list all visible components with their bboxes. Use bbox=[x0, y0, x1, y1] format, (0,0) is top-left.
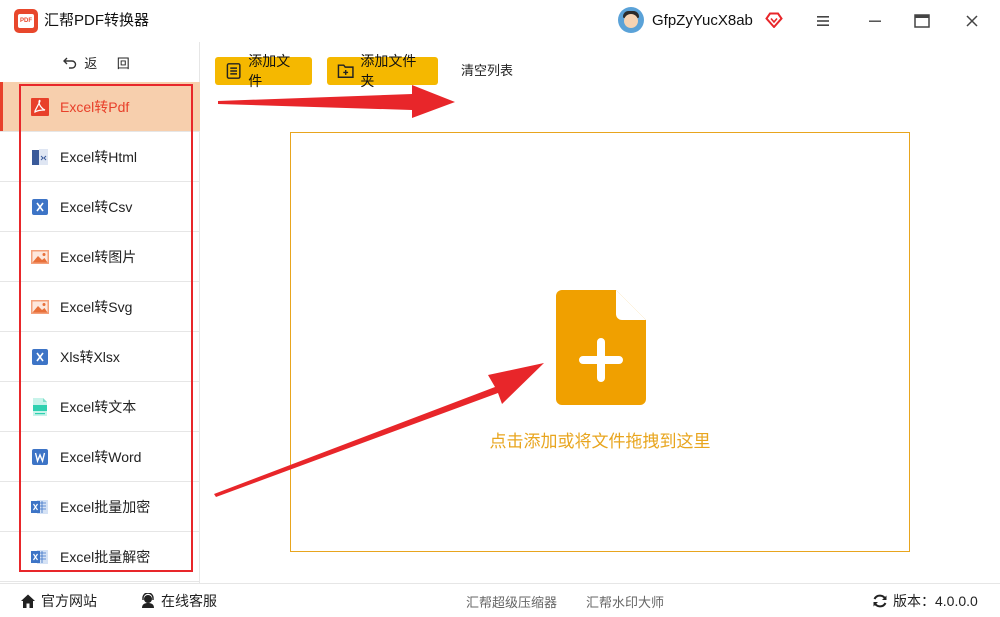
support-agent-icon bbox=[142, 593, 154, 608]
menu-icon[interactable] bbox=[812, 10, 834, 32]
xlsx-icon bbox=[32, 348, 48, 365]
sidebar: 返 回 Excel转Pdf Excel转Html Excel转Csv Excel… bbox=[0, 42, 200, 583]
official-website-link[interactable]: 官方网站 bbox=[20, 584, 97, 617]
close-icon[interactable] bbox=[961, 10, 983, 32]
excel-lock-icon bbox=[31, 499, 48, 514]
version-info[interactable]: 版本：4.0.0.0 bbox=[872, 584, 978, 617]
app-window: PDF 汇帮PDF转换器 GfpZyYucX8ab 返 回 Excel转Pdf … bbox=[0, 0, 1000, 617]
online-service-link[interactable]: 在线客服 bbox=[140, 584, 217, 617]
nav-label: Excel转Pdf bbox=[60, 98, 130, 115]
nav-item-excel-to-csv[interactable]: Excel转Csv bbox=[0, 182, 200, 232]
image-icon bbox=[31, 249, 49, 264]
add-file-button[interactable]: 添加文件 bbox=[215, 53, 312, 89]
clear-list-button[interactable]: 清空列表 bbox=[461, 62, 513, 80]
nav-label: Excel转Csv bbox=[60, 198, 133, 215]
word-icon bbox=[32, 448, 48, 465]
nav-label: Excel批量加密 bbox=[60, 498, 151, 515]
app-logo-icon: PDF bbox=[14, 9, 38, 33]
service-label: 在线客服 bbox=[161, 593, 217, 609]
nav-item-excel-to-text[interactable]: Excel转文本 bbox=[0, 382, 200, 432]
back-label: 返 回 bbox=[84, 55, 138, 71]
excel-unlock-icon bbox=[31, 549, 48, 564]
folder-add-icon bbox=[337, 64, 354, 79]
user-name[interactable]: GfpZyYucX8ab bbox=[652, 11, 753, 31]
html-icon bbox=[32, 148, 48, 165]
minimize-icon[interactable] bbox=[864, 10, 886, 32]
user-avatar[interactable] bbox=[618, 7, 644, 33]
home-icon bbox=[21, 594, 35, 608]
nav-item-excel-to-word[interactable]: Excel转Word bbox=[0, 432, 200, 482]
back-button[interactable]: 返 回 bbox=[0, 42, 200, 82]
nav-item-excel-batch-decrypt[interactable]: Excel批量解密 bbox=[0, 532, 200, 582]
nav-item-excel-to-svg[interactable]: Excel转Svg bbox=[0, 282, 200, 332]
nav-label: Excel转文本 bbox=[60, 398, 137, 415]
file-drop-zone[interactable]: 点击添加或将文件拖拽到这里 bbox=[290, 132, 910, 552]
app-title: 汇帮PDF转换器 bbox=[44, 12, 150, 29]
add-file-icon bbox=[556, 290, 646, 405]
footer-bar: 官方网站 在线客服 汇帮超级压缩器 汇帮水印大师 版本：4.0.0.0 bbox=[0, 583, 1000, 617]
conversion-nav: Excel转Pdf Excel转Html Excel转Csv Excel转图片 … bbox=[0, 82, 200, 582]
back-arrow-icon bbox=[63, 57, 77, 69]
add-file-label: 添加文件 bbox=[248, 53, 291, 89]
nav-label: Excel转Html bbox=[60, 148, 138, 165]
nav-item-excel-to-image[interactable]: Excel转图片 bbox=[0, 232, 200, 282]
nav-label: Excel转Svg bbox=[60, 298, 133, 315]
title-bar: PDF 汇帮PDF转换器 GfpZyYucX8ab bbox=[0, 0, 1000, 42]
drop-hint-text: 点击添加或将文件拖拽到这里 bbox=[489, 432, 711, 451]
refresh-icon bbox=[873, 594, 887, 608]
website-label: 官方网站 bbox=[41, 593, 97, 609]
maximize-icon[interactable] bbox=[911, 10, 933, 32]
super-compressor-link[interactable]: 汇帮超级压缩器 bbox=[466, 584, 557, 617]
text-file-icon bbox=[33, 397, 47, 416]
app-logo-text: PDF bbox=[20, 18, 32, 24]
nav-label: Excel批量解密 bbox=[60, 548, 151, 565]
pdf-icon bbox=[31, 97, 49, 116]
csv-icon bbox=[32, 198, 48, 215]
vip-diamond-icon[interactable] bbox=[765, 12, 783, 28]
file-list-icon bbox=[226, 63, 241, 79]
nav-label: Xls转Xlsx bbox=[60, 348, 120, 365]
nav-item-excel-batch-encrypt[interactable]: Excel批量加密 bbox=[0, 482, 200, 532]
nav-item-excel-to-pdf[interactable]: Excel转Pdf bbox=[0, 82, 200, 132]
nav-item-excel-to-html[interactable]: Excel转Html bbox=[0, 132, 200, 182]
watermark-master-link[interactable]: 汇帮水印大师 bbox=[586, 584, 664, 617]
add-folder-button[interactable]: 添加文件夹 bbox=[327, 53, 438, 89]
svg-image-icon bbox=[31, 299, 49, 314]
version-label: 版本：4.0.0.0 bbox=[893, 593, 978, 609]
nav-item-xls-to-xlsx[interactable]: Xls转Xlsx bbox=[0, 332, 200, 382]
add-folder-label: 添加文件夹 bbox=[360, 53, 417, 89]
nav-label: Excel转图片 bbox=[60, 248, 137, 265]
nav-label: Excel转Word bbox=[60, 448, 142, 465]
